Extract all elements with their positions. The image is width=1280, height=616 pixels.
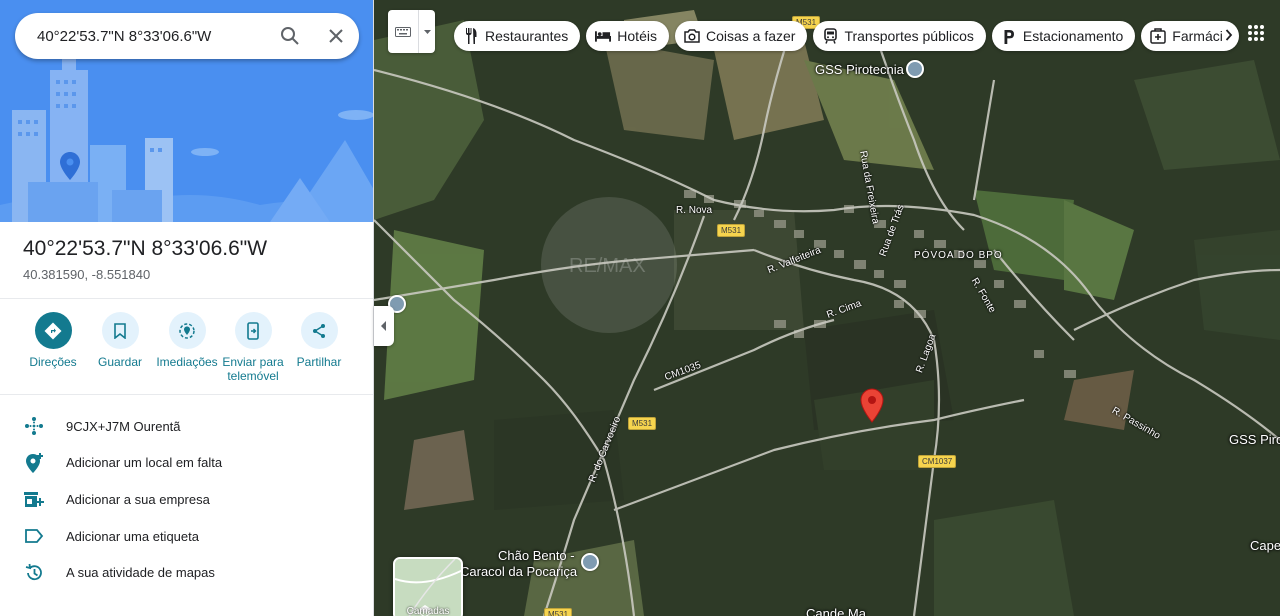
parking-icon xyxy=(1001,28,1017,44)
share-button[interactable]: Partilhar xyxy=(283,312,355,369)
place-header: 40°22'53.7"N 8°33'06.6"W 40.381590, -8.5… xyxy=(0,222,373,299)
nearby-button[interactable]: Imediações xyxy=(151,312,223,369)
plus-code-text: 9CJX+J7M Ourentã xyxy=(66,418,181,434)
directions-label: Direções xyxy=(29,355,77,369)
add-business-icon xyxy=(23,488,45,510)
chip-transit[interactable]: Transportes públicos xyxy=(813,21,986,51)
village-label-povoa-do-bpo: PÓVOA DO BPO xyxy=(914,250,1003,261)
directions-button[interactable]: Direções xyxy=(17,312,89,369)
nearby-label: Imediações xyxy=(156,355,218,369)
save-button[interactable]: Guardar xyxy=(84,312,156,369)
label-icon xyxy=(23,525,45,547)
chip-label: Hotéis xyxy=(617,28,657,44)
place-label-gss-piro[interactable]: GSS Piro xyxy=(1229,432,1280,447)
bookmark-icon xyxy=(101,312,139,349)
bed-icon xyxy=(595,28,612,44)
chip-pharmacies[interactable]: Farmáci xyxy=(1141,21,1240,51)
place-label-bottom: Cande Ma xyxy=(806,606,866,616)
chevron-left-icon xyxy=(381,321,386,331)
place-title: 40°22'53.7"N 8°33'06.6"W xyxy=(23,237,268,260)
fork-knife-icon xyxy=(463,28,479,44)
poi-icon[interactable] xyxy=(906,60,924,78)
place-label-gss-pirotecnia[interactable]: GSS Pirotecnia xyxy=(815,62,904,77)
directions-icon xyxy=(34,312,72,349)
chip-label: Restaurantes xyxy=(485,28,569,44)
poi-icon[interactable] xyxy=(581,553,599,571)
add-missing-place-text: Adicionar um local em falta xyxy=(66,455,223,471)
send-to-phone-icon xyxy=(234,312,272,349)
keyboard-icon[interactable] xyxy=(388,10,418,53)
add-place-icon xyxy=(23,452,45,474)
close-icon[interactable] xyxy=(313,13,359,59)
apps-grid-icon[interactable] xyxy=(1247,24,1265,47)
share-icon xyxy=(300,312,338,349)
layers-label: Camadas xyxy=(406,606,450,616)
chip-things-to-do[interactable]: Coisas a fazer xyxy=(674,21,808,51)
chevron-right-icon[interactable] xyxy=(1225,28,1233,45)
place-label-cape: Cape xyxy=(1250,538,1280,553)
collapse-panel-button[interactable] xyxy=(374,306,394,346)
chip-parking[interactable]: Estacionamento xyxy=(991,21,1136,51)
send-to-phone-label: Enviar para telemóvel xyxy=(222,355,284,383)
share-label: Partilhar xyxy=(296,355,342,369)
chip-label: Coisas a fazer xyxy=(705,28,796,44)
plus-code-row[interactable]: 9CJX+J7M Ourentã xyxy=(0,408,373,445)
search-box[interactable]: 40°22'53.7"N 8°33'06.6"W xyxy=(15,13,359,59)
place-decimal-coordinates: 40.381590, -8.551840 xyxy=(23,267,151,282)
chip-hotels[interactable]: Hotéis xyxy=(586,21,669,51)
pharmacy-icon xyxy=(1150,28,1167,44)
maps-activity-text: A sua atividade de mapas xyxy=(66,565,215,581)
input-tools-control[interactable] xyxy=(388,10,435,53)
search-icon[interactable] xyxy=(267,13,313,59)
maps-activity-row[interactable]: A sua atividade de mapas xyxy=(0,554,373,591)
place-info-list: 9CJX+J7M Ourentã Adicionar um local em f… xyxy=(0,408,373,591)
chip-label: Transportes públicos xyxy=(844,28,974,44)
chip-restaurants[interactable]: Restaurantes xyxy=(454,21,581,51)
side-panel: 40°22'53.7"N 8°33'06.6"W 40°22'53.7"N 8°… xyxy=(0,0,374,616)
camera-icon xyxy=(684,28,700,44)
nearby-icon xyxy=(168,312,206,349)
layers-button[interactable]: Camadas xyxy=(393,557,463,616)
road-label-r-nova: R. Nova xyxy=(676,205,713,216)
add-business-row[interactable]: Adicionar a sua empresa xyxy=(0,481,373,518)
add-business-text: Adicionar a sua empresa xyxy=(66,491,210,507)
place-label-caracol-da-pocarica[interactable]: Caracol da Pocariça xyxy=(460,564,577,579)
chip-label: Farmáci xyxy=(1172,28,1223,44)
train-icon xyxy=(822,28,838,44)
save-label: Guardar xyxy=(97,355,143,369)
action-bar: Direções Guardar Imediações Enviar para … xyxy=(0,300,373,395)
category-chips: Restaurantes Hotéis Coisas a fazer Trans… xyxy=(454,21,1240,51)
road-badge-m531: M531 xyxy=(544,608,573,616)
add-missing-place-row[interactable]: Adicionar um local em falta xyxy=(0,445,373,482)
dropdown-arrow-icon[interactable] xyxy=(418,10,435,53)
plus-code-icon xyxy=(23,415,45,437)
send-to-phone-button[interactable]: Enviar para telemóvel xyxy=(217,312,289,383)
location-pin-icon[interactable] xyxy=(860,388,884,429)
add-label-row[interactable]: Adicionar uma etiqueta xyxy=(0,518,373,555)
add-label-text: Adicionar uma etiqueta xyxy=(66,528,199,544)
satellite-imagery: RE/MAX xyxy=(374,0,1280,616)
chip-label: Estacionamento xyxy=(1022,28,1124,44)
road-badge-m531: M531 xyxy=(717,224,746,237)
search-input[interactable]: 40°22'53.7"N 8°33'06.6"W xyxy=(37,28,267,45)
satellite-map[interactable]: RE/MAX GSS Pirotecnia GSS Piro PÓVOA DO … xyxy=(374,0,1280,616)
history-icon xyxy=(23,562,45,584)
place-label-chao-bento[interactable]: Chão Bento - xyxy=(498,548,575,563)
road-badge-m531: M531 xyxy=(628,417,657,430)
road-badge-cm1037: CM1037 xyxy=(918,455,957,468)
